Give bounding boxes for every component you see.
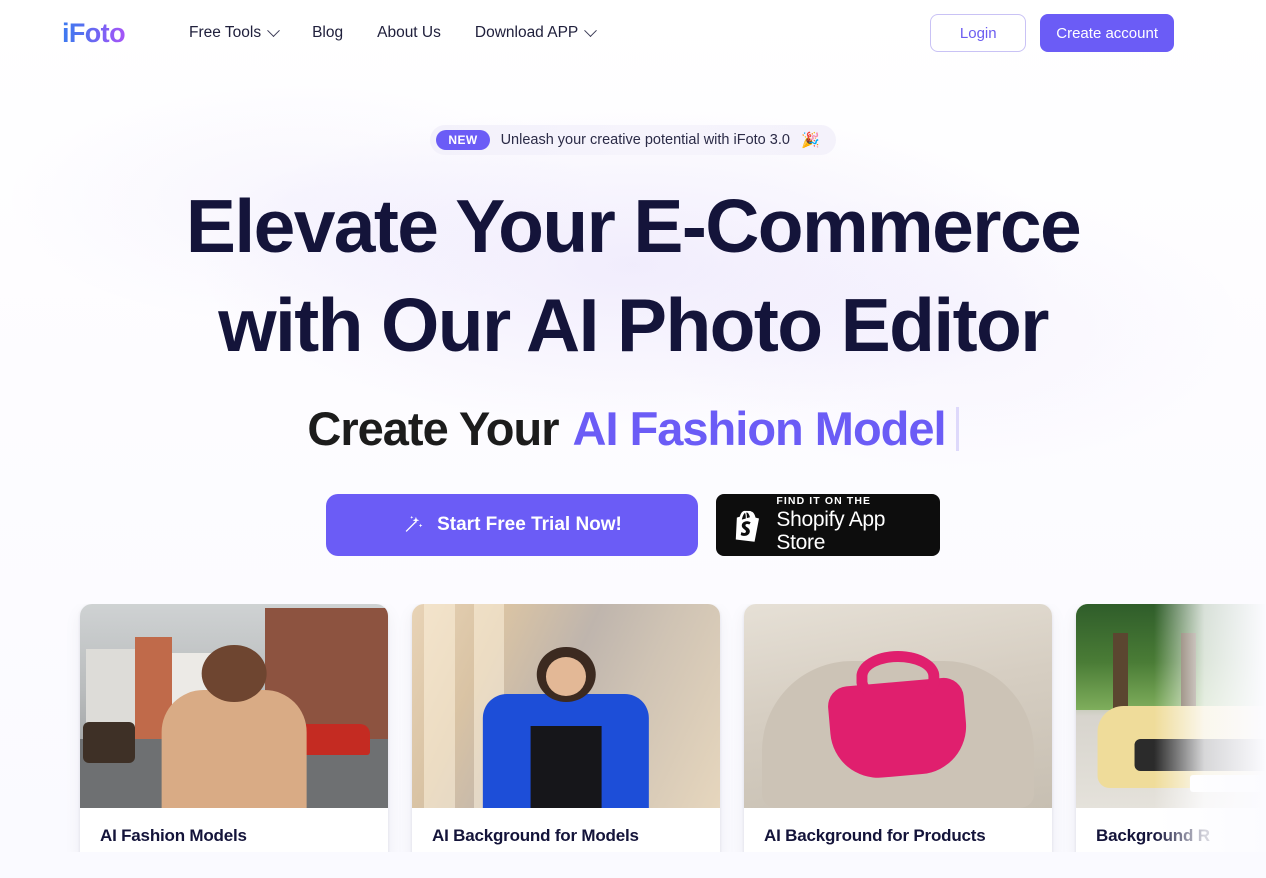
card-title: AI Fashion Models <box>100 826 247 845</box>
card-title: AI Background for Models <box>432 826 639 845</box>
headline-line-2: with Our AI Photo Editor <box>218 283 1049 367</box>
announcement-text: Unleash your creative potential with iFo… <box>500 132 790 148</box>
headline-line-1: Elevate Your E-Commerce <box>185 184 1082 268</box>
create-account-button[interactable]: Create account <box>1040 14 1174 52</box>
hero-cta-row: Start Free Trial Now! FIND IT ON THE Sho… <box>0 494 1266 556</box>
card-title: Background R <box>1096 826 1210 845</box>
nav-item-label: Free Tools <box>188 24 262 41</box>
card-image-ai-background-products <box>744 604 1052 808</box>
shopify-tagline: FIND IT ON THE <box>776 495 872 508</box>
chevron-down-icon <box>267 23 280 37</box>
header-actions: Login Create account <box>930 14 1174 52</box>
shopify-store-name: Shopify App Store <box>776 508 886 554</box>
start-free-trial-button[interactable]: Start Free Trial Now! <box>326 494 698 556</box>
feature-card[interactable]: AI Background for Products <box>744 604 1052 852</box>
feature-card[interactable]: AI Fashion Models <box>80 604 388 852</box>
card-title: AI Background for Products <box>764 826 986 845</box>
chevron-down-icon <box>584 23 598 37</box>
nav-item-download-app[interactable]: Download APP <box>473 18 598 48</box>
feature-card-carousel: AI Fashion Models AI Background for Mode… <box>0 604 1266 852</box>
subheading-rotating-text: AI Fashion Model <box>572 402 947 455</box>
hero-section: NEW Unleash your creative potential with… <box>0 66 1266 556</box>
card-image-ai-fashion-models <box>80 604 388 808</box>
nav-item-label: Blog <box>312 24 344 41</box>
site-header: iFoto Free Tools Blog About Us Download … <box>0 0 1266 66</box>
magic-wand-icon <box>405 515 423 532</box>
subheading-static-text: Create Your <box>307 402 559 455</box>
shopify-bag-icon <box>735 510 760 542</box>
party-popper-icon: 🎉 <box>800 132 820 149</box>
site-logo[interactable]: iFoto <box>62 18 126 49</box>
page-title: Elevate Your E-Commerce with Our AI Phot… <box>0 177 1266 375</box>
feature-card-list: AI Fashion Models AI Background for Mode… <box>0 604 1266 852</box>
hero-subheading: Create Your AI Fashion Model <box>0 401 1266 456</box>
typing-caret <box>955 406 959 451</box>
nav-item-label: Download APP <box>474 24 579 41</box>
feature-card[interactable]: AI Background for Models <box>412 604 720 852</box>
nav-item-about-us[interactable]: About Us <box>375 18 443 48</box>
shopify-app-store-button[interactable]: FIND IT ON THE Shopify App Store <box>716 494 940 556</box>
card-image-background-remover <box>1076 604 1266 808</box>
login-button[interactable]: Login <box>930 14 1027 52</box>
shopify-button-text: FIND IT ON THE Shopify App Store <box>776 496 922 553</box>
nav-item-free-tools[interactable]: Free Tools <box>187 18 280 48</box>
new-badge: NEW <box>436 130 490 150</box>
start-free-trial-label: Start Free Trial Now! <box>437 514 622 535</box>
main-navigation: Free Tools Blog About Us Download APP <box>187 18 598 48</box>
nav-item-label: About Us <box>377 24 441 41</box>
nav-item-blog[interactable]: Blog <box>310 18 345 48</box>
landing-page: iFoto Free Tools Blog About Us Download … <box>0 0 1266 852</box>
card-image-ai-background-models <box>412 604 720 808</box>
feature-card[interactable]: Background R <box>1076 604 1266 852</box>
announcement-banner[interactable]: NEW Unleash your creative potential with… <box>430 125 836 155</box>
